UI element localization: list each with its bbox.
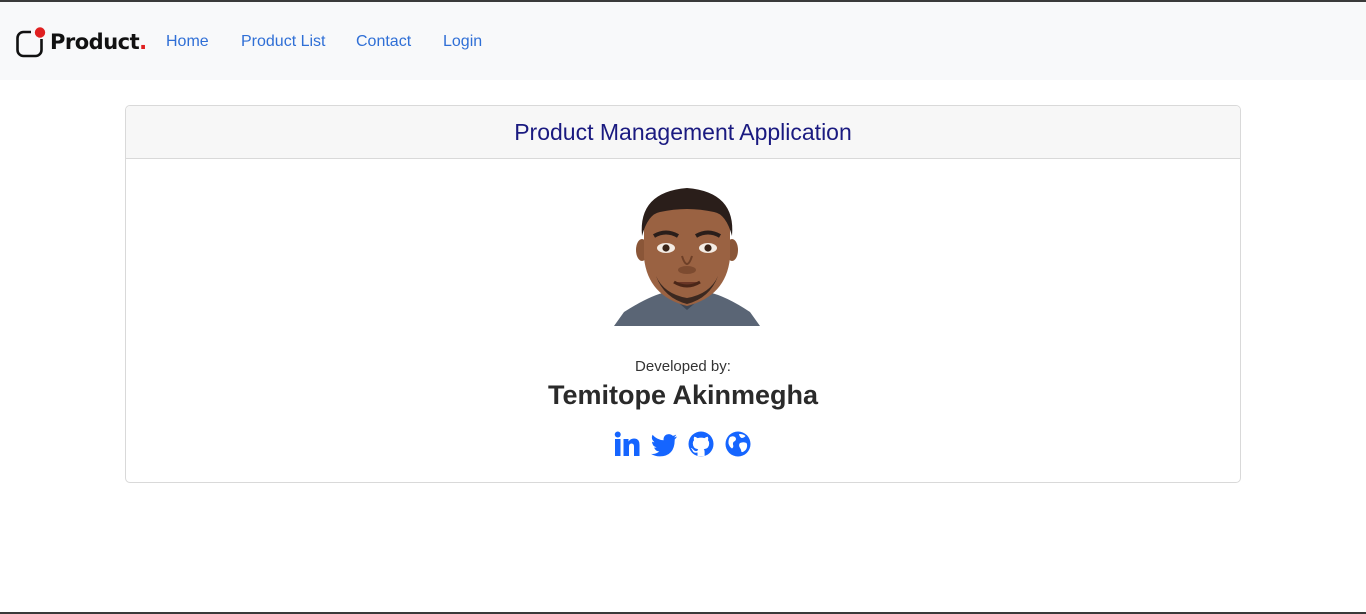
developer-avatar bbox=[614, 188, 760, 326]
linkedin-icon[interactable] bbox=[613, 430, 641, 458]
nav-product-list[interactable]: Product List bbox=[241, 33, 325, 51]
developer-name: Temitope Akinmegha bbox=[547, 380, 819, 410]
github-icon[interactable] bbox=[687, 430, 715, 458]
nav-home[interactable]: Home bbox=[166, 33, 209, 51]
social-links bbox=[613, 430, 752, 458]
developer-card: Product Management Application Developed… bbox=[125, 105, 1241, 483]
navbar: Product. Home Product List Contact Login bbox=[0, 2, 1366, 80]
brand-name: Product bbox=[50, 30, 140, 54]
globe-icon[interactable] bbox=[724, 430, 752, 458]
card-header: Product Management Application bbox=[126, 106, 1240, 159]
nav-login[interactable]: Login bbox=[443, 33, 482, 51]
brand-dot: . bbox=[139, 30, 148, 54]
developed-by-label: Developed by: bbox=[635, 358, 731, 375]
nav-contact[interactable]: Contact bbox=[356, 33, 411, 51]
brand-logo-icon bbox=[16, 27, 46, 58]
card-title: Product Management Application bbox=[514, 118, 852, 145]
brand-link[interactable]: Product. bbox=[16, 26, 147, 58]
twitter-icon[interactable] bbox=[650, 430, 678, 458]
